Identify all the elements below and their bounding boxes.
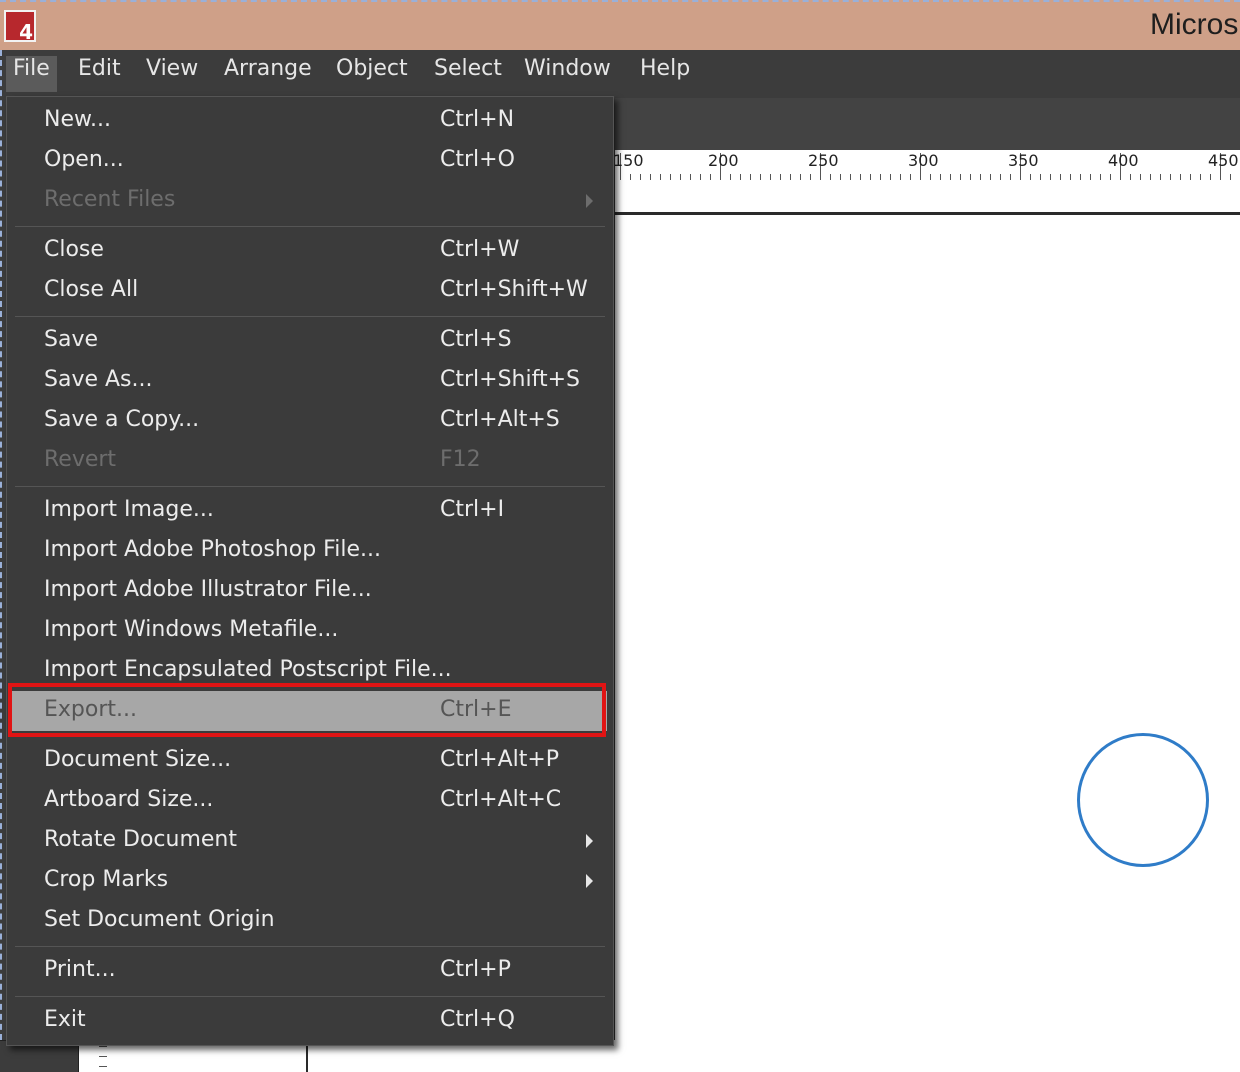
menu-item-revert: Revert F12 <box>44 447 481 472</box>
menu-help[interactable]: Help <box>633 56 697 92</box>
app-icon[interactable]: 4 <box>4 10 36 42</box>
menu-view[interactable]: View <box>139 56 205 92</box>
submenu-arrow-icon <box>586 194 593 208</box>
menu-item-document-size[interactable]: Document Size... Ctrl+Alt+P <box>7 741 613 781</box>
menu-separator <box>15 226 605 227</box>
menu-separator <box>15 736 605 737</box>
ruler-label: 150 <box>613 151 644 170</box>
menu-file[interactable]: File <box>6 56 57 92</box>
menu-item-save-a-copy[interactable]: Save a Copy... Ctrl+Alt+S <box>7 401 613 441</box>
horizontal-ruler[interactable]: 150 200 250 300 350 400 450 <box>613 150 1240 181</box>
menu-window[interactable]: Window <box>517 56 618 92</box>
menu-item-import-metafile[interactable]: Import Windows Metafile... <box>7 611 613 651</box>
menu-item-rotate-document[interactable]: Rotate Document <box>7 821 613 861</box>
menu-item-exit[interactable]: Exit Ctrl+Q <box>7 1001 613 1041</box>
menu-item-import-illustrator[interactable]: Import Adobe Illustrator File... <box>7 571 613 611</box>
ruler-tick <box>99 1066 107 1067</box>
window-title: Micros <box>1150 8 1239 41</box>
submenu-arrow-icon <box>586 874 593 888</box>
menu-bar: File Edit View Arrange Object Select Win… <box>0 50 1240 98</box>
ruler-tick <box>99 1046 107 1047</box>
ruler-tick <box>99 1056 107 1057</box>
menu-arrange[interactable]: Arrange <box>217 56 319 92</box>
menu-select[interactable]: Select <box>427 56 509 92</box>
menu-object[interactable]: Object <box>329 56 415 92</box>
ruler-label: 350 <box>1008 151 1039 170</box>
document-canvas[interactable] <box>615 218 1240 1072</box>
menu-separator <box>15 486 605 487</box>
title-bar: 4 Micros <box>0 0 1240 50</box>
menu-item-import-eps[interactable]: Import Encapsulated Postscript File... <box>7 651 613 691</box>
ruler-label: 250 <box>808 151 839 170</box>
menu-item-export[interactable]: Export... Ctrl+E <box>11 691 607 731</box>
circle-shape[interactable] <box>1077 733 1209 867</box>
menu-item-open[interactable]: Open... Ctrl+O <box>7 141 613 181</box>
menu-separator <box>15 996 605 997</box>
app-icon-glyph: 4 <box>19 20 33 44</box>
menu-item-import-photoshop[interactable]: Import Adobe Photoshop File... <box>7 531 613 571</box>
menu-item-artboard-size[interactable]: Artboard Size... Ctrl+Alt+C <box>7 781 613 821</box>
artboard-top-edge <box>615 180 1240 218</box>
menu-item-crop-marks[interactable]: Crop Marks <box>7 861 613 901</box>
menu-item-recent-files: Recent Files <box>7 181 613 221</box>
window-edge <box>0 50 3 1050</box>
menu-separator <box>15 946 605 947</box>
submenu-arrow-icon <box>586 834 593 848</box>
menu-item-set-document-origin[interactable]: Set Document Origin <box>7 901 613 941</box>
ruler-label: 200 <box>708 151 739 170</box>
menu-item-new[interactable]: New... Ctrl+N <box>7 101 613 141</box>
ruler-label: 300 <box>908 151 939 170</box>
artboard-border-line <box>615 212 1240 215</box>
menu-item-close-all[interactable]: Close All Ctrl+Shift+W <box>7 271 613 311</box>
menu-item-import-image[interactable]: Import Image... Ctrl+I <box>7 491 613 531</box>
menu-item-save-as[interactable]: Save As... Ctrl+Shift+S <box>7 361 613 401</box>
ruler-label: 400 <box>1108 151 1139 170</box>
menu-item-save[interactable]: Save Ctrl+S <box>7 321 613 361</box>
toolbar <box>615 98 1240 150</box>
app-window: 4 Micros File Edit View Arrange Object S… <box>0 0 1240 1072</box>
menu-item-close[interactable]: Close Ctrl+W <box>7 231 613 271</box>
menu-separator <box>15 316 605 317</box>
menu-item-print[interactable]: Print... Ctrl+P <box>7 951 613 991</box>
ruler-label: 450 <box>1208 151 1239 170</box>
file-menu-dropdown: New... Ctrl+N Open... Ctrl+O Recent File… <box>6 96 614 1046</box>
menu-edit[interactable]: Edit <box>71 56 128 92</box>
